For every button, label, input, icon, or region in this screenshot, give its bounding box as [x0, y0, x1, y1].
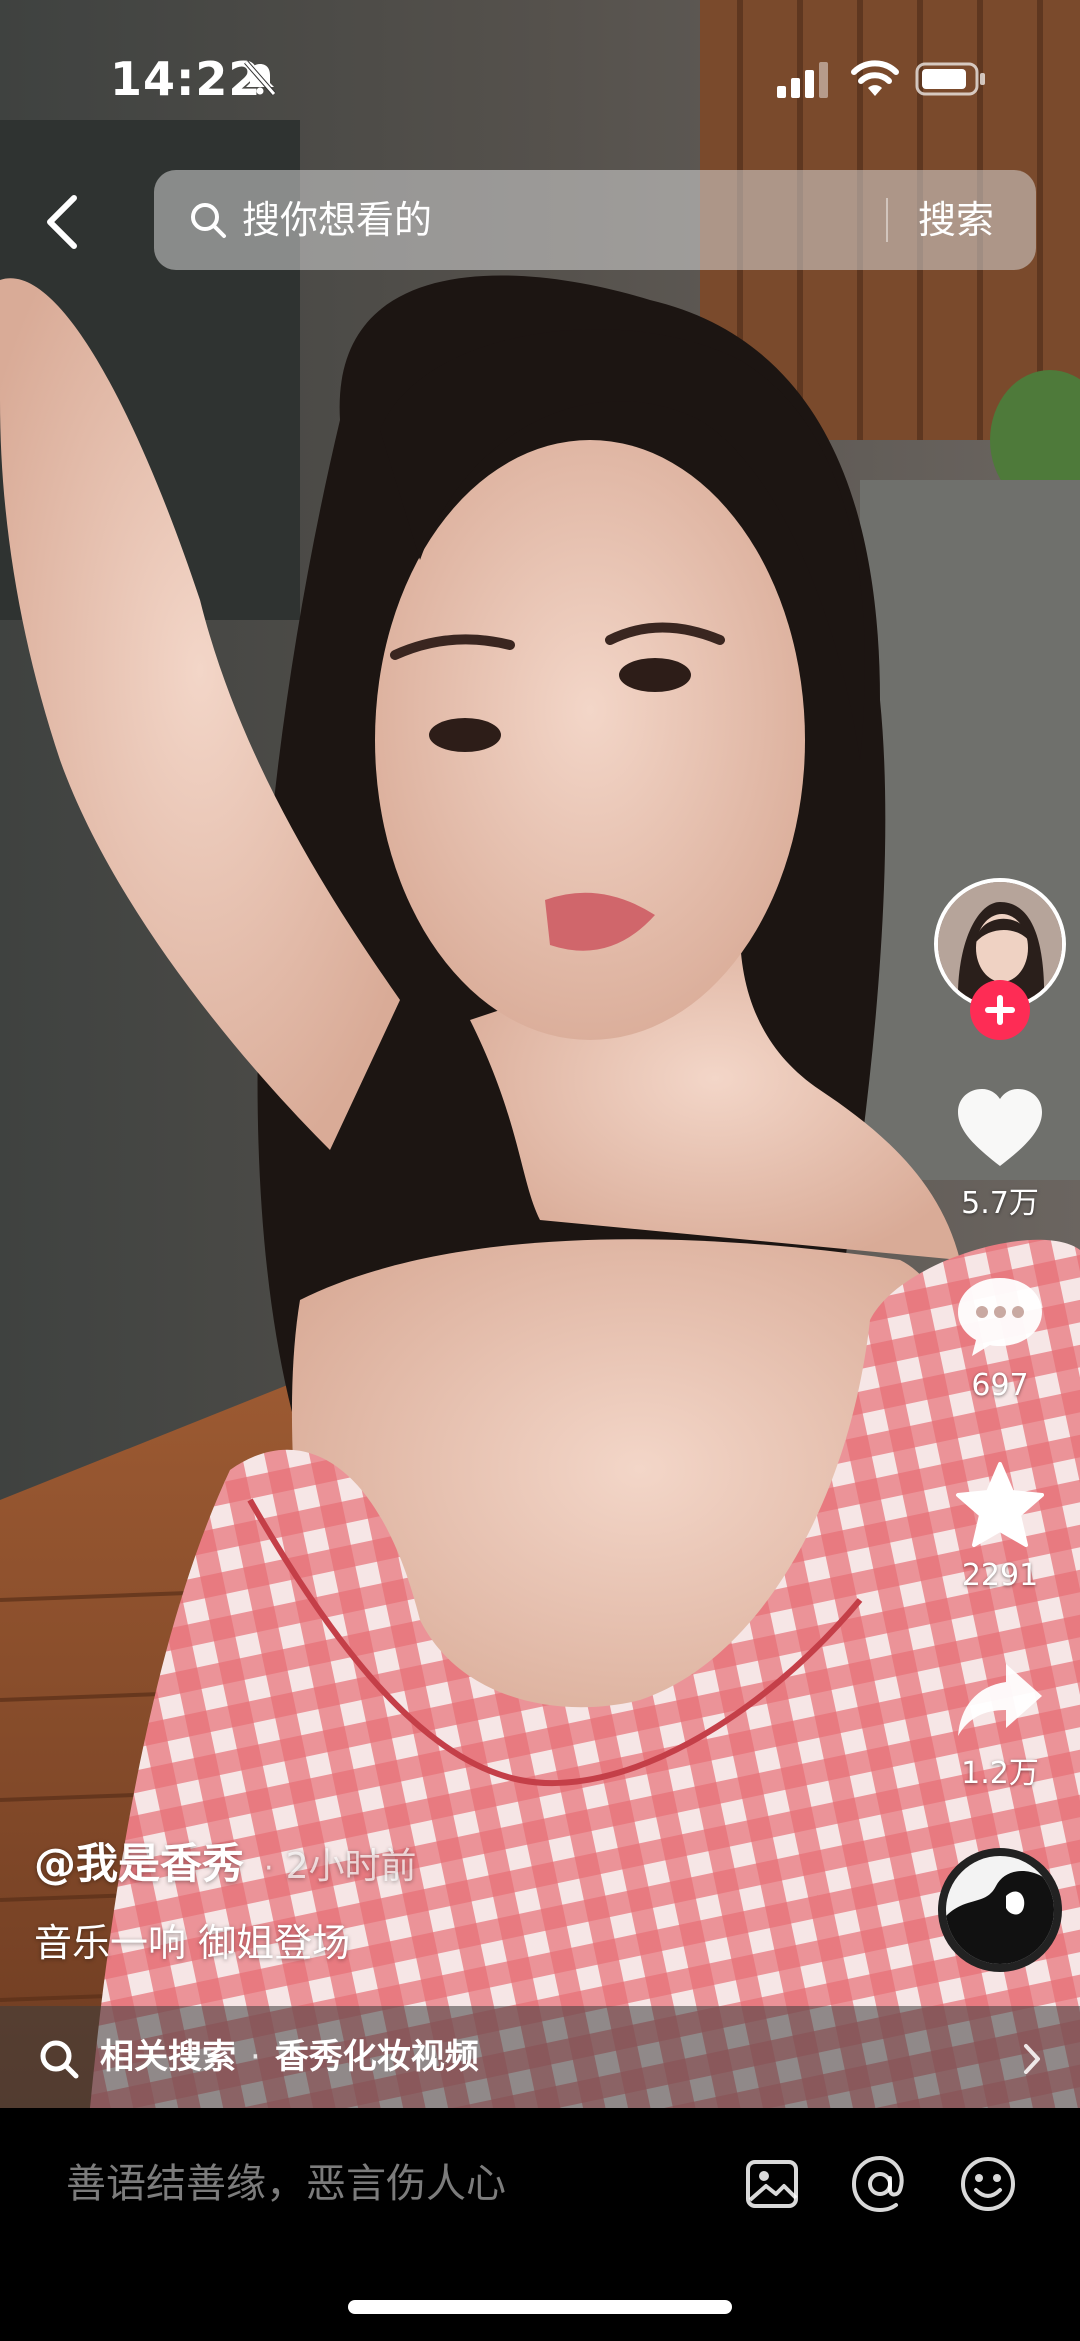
comment-button[interactable]: 697	[930, 1274, 1070, 1403]
silent-bell-icon	[244, 60, 276, 96]
search-icon	[40, 2040, 79, 2079]
related-prefix: 相关搜索	[100, 2037, 236, 2077]
battery-icon	[915, 62, 985, 96]
like-count: 5.7万	[961, 1186, 1039, 1221]
related-query: 香秀化妆视频	[274, 2037, 479, 2077]
status-time: 14:22	[110, 52, 262, 106]
chevron-right-icon	[1024, 2044, 1040, 2074]
star-icon	[956, 1462, 1044, 1547]
follow-button[interactable]	[970, 980, 1030, 1040]
video-player[interactable]	[0, 0, 1080, 2108]
emoji-icon[interactable]	[958, 2154, 1018, 2214]
search-divider	[886, 198, 888, 242]
favorite-button[interactable]: 2291	[930, 1460, 1070, 1593]
related-separator: ·	[250, 2037, 261, 2077]
comment-bubble-icon	[958, 1278, 1042, 1356]
comment-count: 697	[971, 1368, 1029, 1403]
heart-icon	[958, 1089, 1042, 1166]
plus-icon	[985, 995, 1015, 1025]
cellular-signal-icon	[777, 62, 828, 98]
favorite-count: 2291	[961, 1558, 1039, 1593]
like-button[interactable]: 5.7万	[930, 1086, 1070, 1222]
home-indicator[interactable]	[348, 2300, 732, 2314]
music-disc-button[interactable]	[938, 1848, 1062, 1972]
related-search-label: 相关搜索 · 香秀化妆视频	[100, 2034, 479, 2080]
search-bar[interactable]: 搜你想看的 搜索	[154, 170, 1036, 270]
mention-at-icon[interactable]	[850, 2154, 910, 2214]
comment-input[interactable]: 善语结善缘，恶言伤人心	[66, 2156, 506, 2212]
video-feed-screen: 14:22 搜你想看的 搜索 5.7万 697 2291 1.2万 @我是香秀 …	[0, 0, 1080, 2341]
video-description[interactable]: 音乐一响 御姐登场	[34, 1912, 350, 1967]
image-picker-icon[interactable]	[742, 2154, 802, 2214]
search-icon	[191, 203, 226, 238]
search-button[interactable]: 搜索	[918, 194, 994, 246]
post-time: 2小时前	[285, 1846, 417, 1887]
author-name[interactable]: @我是香秀	[34, 1839, 244, 1888]
related-search-bar[interactable]: 相关搜索 · 香秀化妆视频	[0, 2006, 1080, 2108]
music-cover-image	[946, 1856, 1054, 1964]
share-count: 1.2万	[961, 1756, 1039, 1791]
search-input[interactable]: 搜你想看的	[242, 194, 432, 246]
share-arrow-icon	[958, 1664, 1042, 1736]
author-line: @我是香秀 · 2小时前	[34, 1830, 416, 1891]
video-frame	[0, 0, 1080, 2108]
caption-separator: ·	[264, 1851, 274, 1886]
share-button[interactable]: 1.2万	[930, 1660, 1070, 1792]
status-bar: 14:22	[0, 0, 1080, 160]
wifi-icon	[851, 60, 899, 96]
back-arrow-icon[interactable]	[38, 190, 88, 254]
